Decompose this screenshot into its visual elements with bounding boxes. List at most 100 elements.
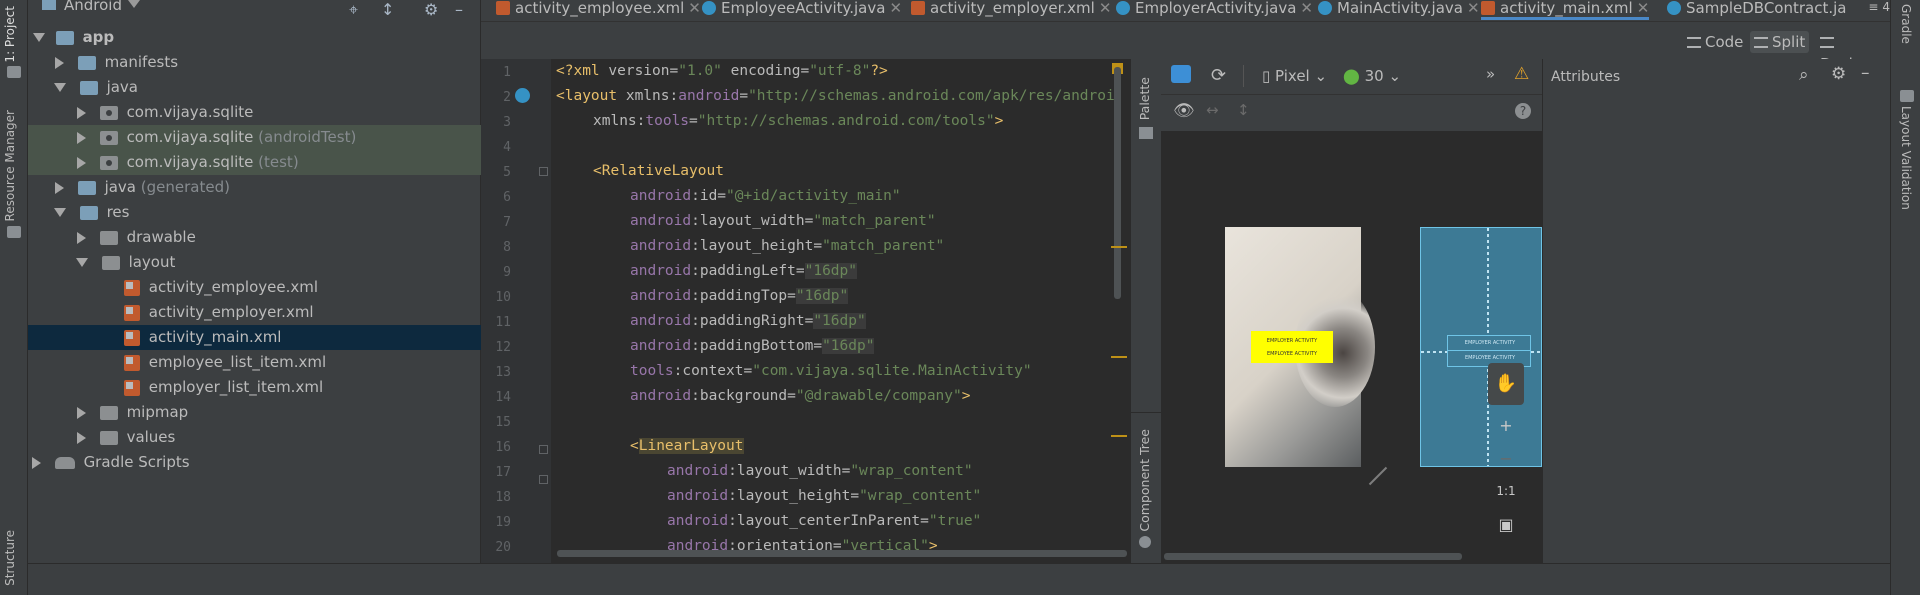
error-stripe-mark[interactable] (1111, 246, 1127, 248)
fold-icon[interactable] (539, 475, 548, 484)
device-selector[interactable]: ▯ Pixel ⌄ (1262, 67, 1327, 85)
layers-icon[interactable] (1171, 65, 1191, 83)
error-stripe-mark[interactable] (1111, 356, 1127, 358)
preview-employee-button: EMPLOYEE ACTIVITY (1266, 351, 1318, 357)
tree-item-package[interactable]: com.vijaya.sqlite (28, 100, 481, 125)
close-icon[interactable]: ✕ (1300, 0, 1313, 17)
tab-employee-activity[interactable]: EmployeeActivity.java ✕ (702, 0, 902, 20)
gear-icon[interactable]: ⚙ (1831, 64, 1846, 84)
project-tool-tab[interactable]: 1: Project (3, 6, 17, 63)
tree-item-package-androidtest[interactable]: com.vijaya.sqlite (androidTest) (28, 125, 481, 150)
class-marker-icon[interactable] (515, 88, 530, 103)
design-horizontal-scrollbar[interactable] (1164, 553, 1462, 560)
minimize-icon[interactable]: – (455, 0, 463, 19)
code-line: <layout xmlns:android="http://schemas.an… (556, 88, 1115, 104)
expand-arrow-icon[interactable] (55, 181, 64, 194)
tree-item-employee-list-item[interactable]: employee_list_item.xml (28, 350, 481, 375)
tree-item-activity-main[interactable]: activity_main.xml (28, 325, 481, 350)
tab-employer-activity[interactable]: EmployerActivity.java ✕ (1116, 0, 1313, 20)
split-mode-button[interactable]: Split (1750, 31, 1810, 53)
code-mode-button[interactable]: Code (1683, 31, 1747, 53)
tree-item-values[interactable]: values (28, 425, 481, 450)
editor-horizontal-scrollbar[interactable] (557, 550, 1127, 557)
error-stripe-mark[interactable] (1111, 435, 1127, 437)
zoom-in-button[interactable]: + (1488, 409, 1524, 442)
more-icon[interactable]: » (1486, 65, 1495, 83)
expand-arrow-icon[interactable] (32, 456, 41, 469)
expand-arrow-icon[interactable] (77, 106, 86, 119)
xml-file-icon (496, 1, 510, 15)
expand-arrow-icon[interactable] (77, 156, 86, 169)
line-number: 15 (495, 415, 511, 430)
tree-item-app[interactable]: app (28, 25, 481, 50)
expand-vertical-icon[interactable]: ↕ (1237, 101, 1250, 119)
expand-horizontal-icon[interactable]: ↔ (1206, 101, 1219, 119)
close-icon[interactable]: ✕ (1637, 0, 1650, 17)
expand-arrow-icon[interactable] (77, 131, 86, 144)
design-canvas[interactable]: EMPLOYER ACTIVITY EMPLOYEE ACTIVITY EMPL… (1161, 131, 1542, 563)
tree-item-manifests[interactable]: manifests (28, 50, 481, 75)
layout-validation-tool-tab[interactable]: Layout Validation (1899, 106, 1913, 210)
tree-item-activity-employee[interactable]: activity_employee.xml (28, 275, 481, 300)
tree-item-java[interactable]: java (28, 75, 481, 100)
warning-icon[interactable]: ⚠ (1514, 64, 1529, 84)
tab-activity-main[interactable]: activity_main.xml ✕ (1481, 0, 1650, 20)
pan-button[interactable]: ✋ (1488, 363, 1524, 405)
close-icon[interactable]: ✕ (889, 0, 902, 17)
minimize-icon[interactable]: – (1861, 63, 1870, 83)
fold-icon[interactable] (539, 167, 548, 176)
expand-arrow-icon[interactable] (54, 208, 66, 217)
orientation-icon[interactable]: ⟳ (1211, 65, 1226, 86)
chevron-down-icon[interactable] (128, 0, 140, 8)
palette-tool-tab[interactable]: Palette (1137, 77, 1152, 120)
tree-item-layout[interactable]: layout (28, 250, 481, 275)
eye-icon[interactable]: 👁 (1173, 101, 1195, 121)
code-line: android:paddingBottom="16dp" (630, 338, 875, 354)
zoom-reset-button[interactable]: 1:1 (1488, 475, 1524, 508)
tree-item-mipmap[interactable]: mipmap (28, 400, 481, 425)
project-view-selector[interactable]: Android (64, 0, 122, 14)
structure-tool-tab[interactable]: Structure (3, 530, 17, 586)
collapse-all-icon[interactable]: ↕ (381, 0, 394, 19)
gradle-tool-tab[interactable]: Gradle (1899, 4, 1913, 44)
tab-activity-employee[interactable]: activity_employee.xml ✕ (496, 0, 701, 20)
folder-icon (101, 255, 120, 270)
search-icon[interactable]: ⌕ (1799, 65, 1809, 85)
expand-arrow-icon[interactable] (54, 83, 66, 92)
help-icon[interactable]: ? (1515, 103, 1531, 119)
scope-icon[interactable]: ⌖ (349, 0, 358, 20)
zoom-out-button[interactable]: − (1488, 442, 1524, 475)
tree-item-java-generated[interactable]: java (generated) (28, 175, 481, 200)
expand-arrow-icon[interactable] (33, 33, 45, 42)
line-number: 14 (495, 390, 511, 405)
tree-item-gradle-scripts[interactable]: Gradle Scripts (28, 450, 481, 475)
code-editor[interactable]: 1 2 3 4 5 6 7 8 9 10 11 12 13 14 15 16 1… (481, 59, 1129, 563)
component-tree-tool-tab[interactable]: Component Tree (1137, 429, 1152, 532)
close-icon[interactable]: ✕ (1099, 0, 1112, 17)
expand-arrow-icon[interactable] (77, 431, 86, 444)
design-mode-button[interactable]: Design (1816, 31, 1890, 73)
expand-arrow-icon[interactable] (77, 231, 86, 244)
expand-arrow-icon[interactable] (77, 406, 86, 419)
resize-handle-icon[interactable] (1368, 466, 1388, 486)
gear-icon[interactable]: ⚙ (424, 0, 438, 19)
close-icon[interactable]: ✕ (1467, 0, 1480, 17)
tree-item-package-test[interactable]: com.vijaya.sqlite (test) (28, 150, 481, 175)
tab-sample-db-contract[interactable]: SampleDBContract.ja (1667, 0, 1855, 20)
tab-overflow-menu[interactable]: ≡ 4 (1868, 0, 1890, 14)
api-selector[interactable]: ⬤ 30 ⌄ (1343, 67, 1401, 85)
fold-icon[interactable] (539, 445, 548, 454)
expand-arrow-icon[interactable] (76, 258, 88, 267)
resource-manager-tool-tab[interactable]: Resource Manager (3, 110, 17, 221)
tree-item-drawable[interactable]: drawable (28, 225, 481, 250)
tree-item-res[interactable]: res (28, 200, 481, 225)
expand-arrow-icon[interactable] (55, 56, 64, 69)
device-preview[interactable]: EMPLOYER ACTIVITY EMPLOYEE ACTIVITY (1225, 227, 1375, 467)
tab-activity-employer[interactable]: activity_employer.xml ✕ (911, 0, 1111, 20)
zoom-to-fit-icon[interactable]: ▣ (1488, 508, 1524, 541)
tree-item-activity-employer[interactable]: activity_employer.xml (28, 300, 481, 325)
close-icon[interactable]: ✕ (688, 0, 701, 17)
tab-main-activity[interactable]: MainActivity.java ✕ (1318, 0, 1480, 20)
tree-item-employer-list-item[interactable]: employer_list_item.xml (28, 375, 481, 400)
editor-vertical-scrollbar[interactable] (1114, 67, 1121, 299)
